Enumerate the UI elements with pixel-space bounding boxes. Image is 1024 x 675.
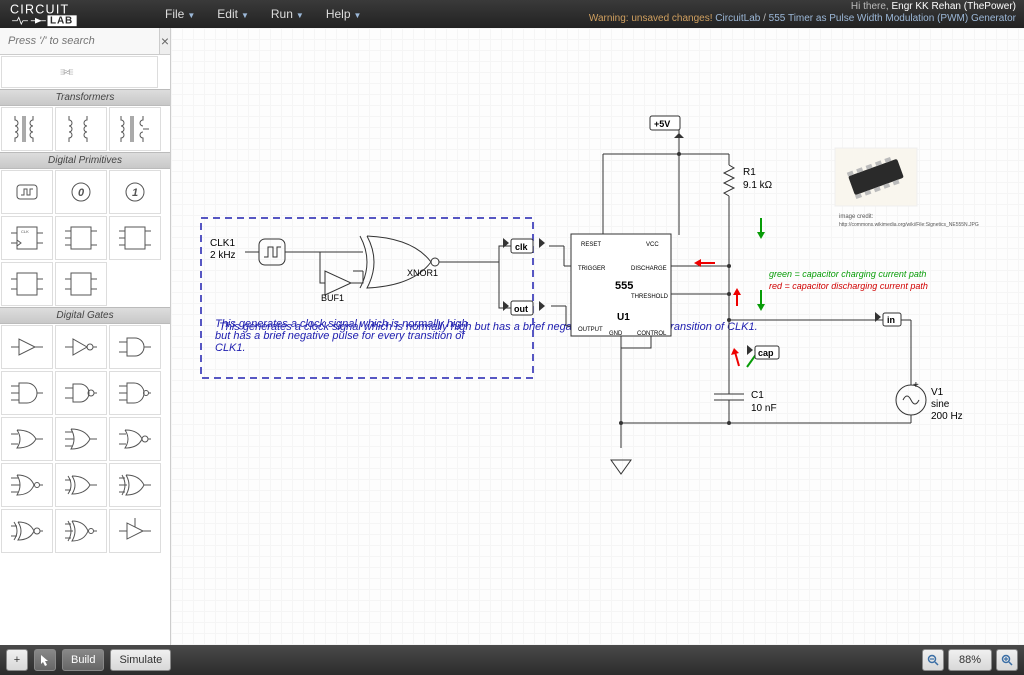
search-clear[interactable]: ×: [159, 28, 170, 54]
svg-text:+: +: [913, 380, 919, 391]
component-dff5[interactable]: [55, 262, 107, 306]
component-one[interactable]: 1: [109, 170, 161, 214]
svg-text:1: 1: [132, 187, 138, 199]
svg-text:TRIGGER: TRIGGER: [578, 266, 606, 272]
component-switch[interactable]: [1, 56, 158, 88]
menu-edit[interactable]: Edit▼: [217, 7, 249, 21]
menu-help[interactable]: Help▼: [326, 7, 362, 21]
buf-label: BUF1: [321, 293, 344, 303]
port-cap: cap: [747, 345, 779, 359]
component-and[interactable]: [109, 325, 161, 369]
svg-text:out: out: [514, 304, 528, 314]
schematic[interactable]: This generates a clock signal which is n…: [171, 28, 1024, 528]
credit-url: http://commons.wikimedia.org/wiki/File:S…: [839, 222, 979, 228]
component-tristate[interactable]: [109, 509, 161, 553]
cat-digital-primitives: Digital Primitives: [0, 152, 170, 169]
svg-text:+5V: +5V: [654, 119, 670, 129]
main-menus: File▼ Edit▼ Run▼ Help▼: [165, 7, 361, 21]
component-xnor3[interactable]: [55, 509, 107, 553]
r1-ref: R1: [743, 167, 756, 178]
zoom-out-button[interactable]: [922, 649, 944, 671]
component-and3[interactable]: [1, 371, 53, 415]
svg-text:0: 0: [78, 187, 85, 199]
component-nand3[interactable]: [109, 371, 161, 415]
component-dff3[interactable]: [109, 216, 161, 260]
component-buffer[interactable]: [1, 325, 53, 369]
user-area: Hi there, Engr KK Rehan (ThePower) Warni…: [589, 1, 1016, 25]
ic-image: [835, 148, 917, 206]
v1-type: sine: [931, 399, 950, 410]
component-transformer2[interactable]: [55, 107, 107, 151]
svg-text:VCC: VCC: [646, 242, 659, 248]
svg-text:CLK: CLK: [21, 229, 29, 234]
simulate-button[interactable]: Simulate: [110, 649, 171, 671]
bottom-toolbar: + Build Simulate 88%: [0, 645, 1024, 675]
search-input[interactable]: [0, 28, 159, 54]
svg-text:OUTPUT: OUTPUT: [578, 327, 603, 333]
component-zero[interactable]: 0: [55, 170, 107, 214]
svg-text:clk: clk: [515, 242, 529, 252]
r1-val: 9.1 kΩ: [743, 180, 773, 191]
component-nand[interactable]: [55, 371, 107, 415]
credit-label: image credit:: [839, 214, 874, 220]
component-xor3[interactable]: [109, 463, 161, 507]
svg-text:RESET: RESET: [581, 242, 601, 248]
svg-text:DISCHARGE: DISCHARGE: [631, 266, 667, 272]
cat-transformers: Transformers: [0, 89, 170, 106]
chip-part: 555: [615, 280, 633, 292]
c1-ref: C1: [751, 390, 764, 401]
component-transformer1[interactable]: [1, 107, 53, 151]
v1-freq: 200 Hz: [931, 411, 963, 422]
cat-digital-gates: Digital Gates: [0, 307, 170, 324]
xnor-label: XNOR1: [407, 268, 438, 278]
port-in: in: [875, 312, 901, 326]
crumb-app[interactable]: CircuitLab: [715, 13, 760, 24]
note-text: This generates a clock signal which is n…: [215, 318, 485, 354]
component-or[interactable]: [1, 417, 53, 461]
svg-text:THRESHOLD: THRESHOLD: [631, 294, 669, 300]
svg-text:in: in: [887, 315, 895, 325]
chip-ref: U1: [617, 312, 630, 323]
app-logo[interactable]: CIRCUIT LAB: [0, 0, 145, 28]
zoom-in-button[interactable]: [996, 649, 1018, 671]
component-nor3[interactable]: [1, 463, 53, 507]
menu-file[interactable]: File▼: [165, 7, 195, 21]
top-menu-bar: CIRCUIT LAB File▼ Edit▼ Run▼ Help▼ Hi th…: [0, 0, 1024, 28]
component-or3[interactable]: [55, 417, 107, 461]
component-transformer3[interactable]: [109, 107, 161, 151]
cursor-tool[interactable]: [34, 649, 56, 671]
clk-label: CLK1: [210, 238, 235, 249]
svg-text:CIRCUIT: CIRCUIT: [10, 2, 69, 16]
component-palette: × Transformers Digital Primitives 0 1 CL…: [0, 28, 171, 645]
add-tab-button[interactable]: +: [6, 649, 28, 671]
component-dff1[interactable]: CLK: [1, 216, 53, 260]
canvas[interactable]: This generates a clock signal which is n…: [171, 28, 1024, 645]
component-dff2[interactable]: [55, 216, 107, 260]
clk-freq: 2 kHz: [210, 250, 236, 261]
component-inverter[interactable]: [55, 325, 107, 369]
component-dff4[interactable]: [1, 262, 53, 306]
zoom-level[interactable]: 88%: [948, 649, 992, 671]
svg-text:cap: cap: [758, 348, 774, 358]
c1-val: 10 nF: [751, 403, 777, 414]
build-button[interactable]: Build: [62, 649, 104, 671]
crumb-title[interactable]: 555 Timer as Pulse Width Modulation (PWM…: [769, 13, 1016, 24]
legend-red: red = capacitor discharging current path: [769, 281, 928, 291]
component-clock[interactable]: [1, 170, 53, 214]
svg-text:LAB: LAB: [50, 15, 73, 26]
unsaved-warning: Warning: unsaved changes!: [589, 13, 713, 24]
v1-ref: V1: [931, 387, 944, 398]
username[interactable]: Engr KK Rehan (ThePower): [891, 1, 1016, 12]
component-xnor[interactable]: [1, 509, 53, 553]
component-xor[interactable]: [55, 463, 107, 507]
svg-text:CONTROL: CONTROL: [637, 331, 667, 337]
menu-run[interactable]: Run▼: [271, 7, 304, 21]
component-nor[interactable]: [109, 417, 161, 461]
legend-green: green = capacitor charging current path: [769, 269, 926, 279]
